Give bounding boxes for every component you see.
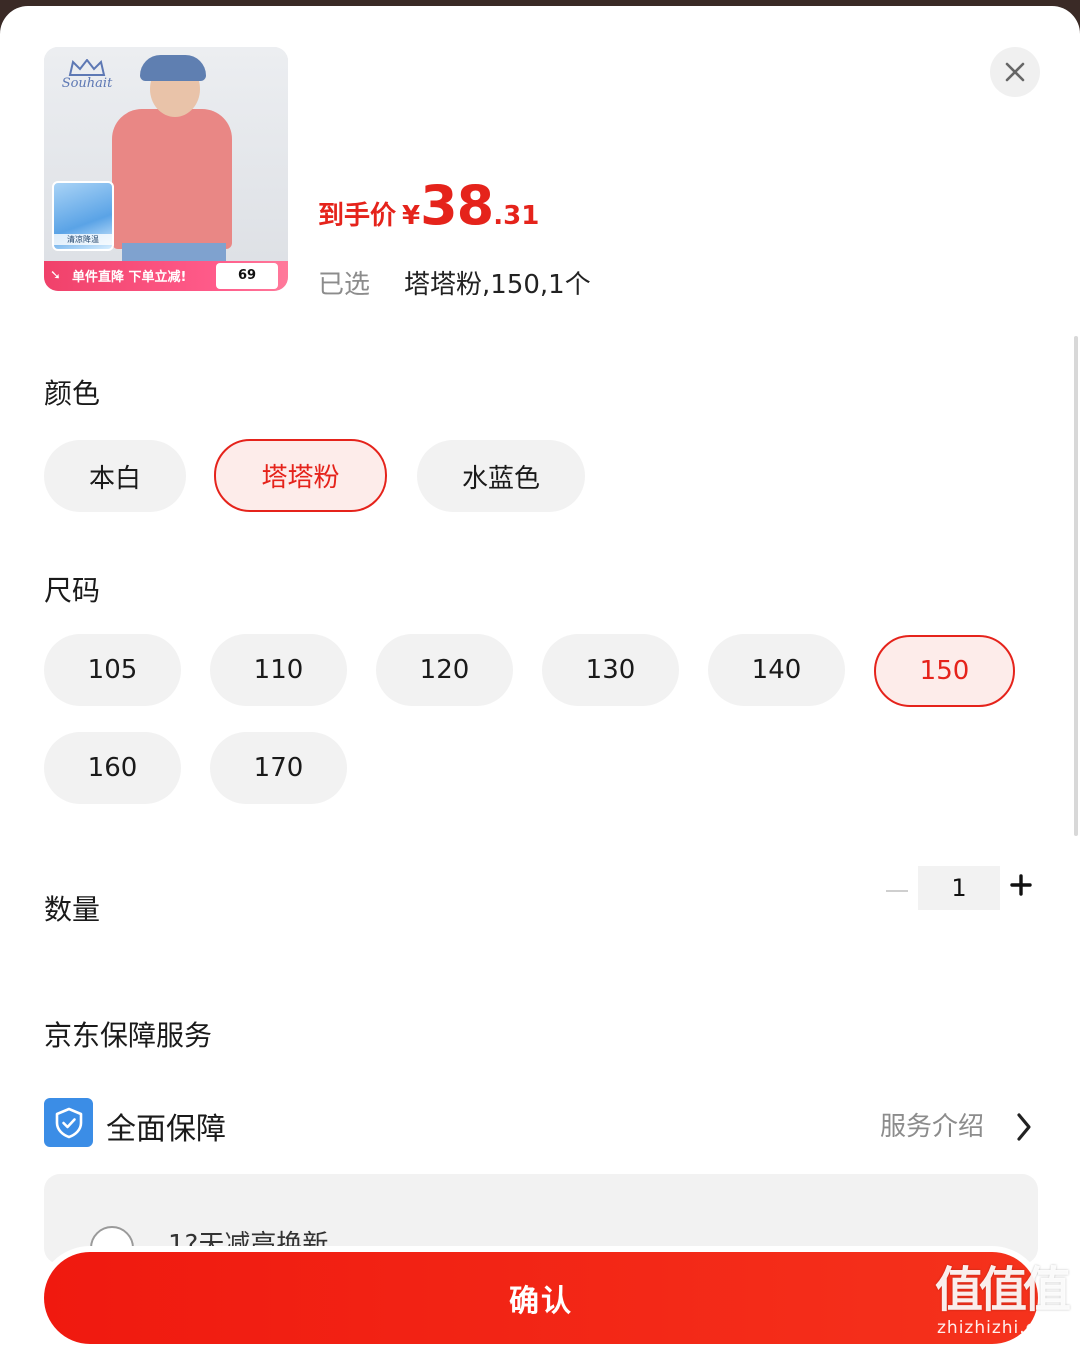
watermark: 值值值 zhizhizhi.com <box>934 1262 1071 1338</box>
guarantee-section-title: 京东保障服务 <box>44 1019 213 1052</box>
size-option-130[interactable]: 130 <box>542 634 679 706</box>
selected-summary: 已选 塔塔粉,150,1个 <box>318 270 591 300</box>
cooling-badge: 清凉降温 <box>52 181 114 251</box>
promo-price: 69 <box>216 263 278 289</box>
size-option-105[interactable]: 105 <box>44 634 181 706</box>
quantity-decrease-button[interactable] <box>884 880 910 902</box>
brand-logo: Souhait <box>52 59 122 91</box>
size-option-120[interactable]: 120 <box>376 634 513 706</box>
confirm-button[interactable]: 确认 <box>44 1252 1038 1344</box>
size-option-150[interactable]: 150 <box>874 635 1015 707</box>
color-option-pink[interactable]: 塔塔粉 <box>214 439 387 512</box>
quantity-input[interactable]: 1 <box>918 866 1000 910</box>
scrollbar[interactable] <box>1074 336 1078 836</box>
size-option-140[interactable]: 140 <box>708 634 845 706</box>
guarantee-option-card[interactable]: 1?天减高换新 <box>44 1174 1038 1264</box>
final-price: 到手价 ¥38.31 <box>318 174 540 237</box>
product-thumbnail[interactable]: Souhait 清凉降温 ➘ 单件直降 下单立减! 69 <box>44 47 288 291</box>
quantity-section-title: 数量 <box>44 893 101 926</box>
model-cap <box>140 55 206 81</box>
size-option-170[interactable]: 170 <box>210 732 347 804</box>
minus-icon <box>886 890 908 892</box>
plus-icon <box>1010 874 1032 896</box>
shield-check-icon <box>44 1098 93 1147</box>
guarantee-title: 全面保障 <box>106 1112 226 1147</box>
service-intro-link[interactable]: 服务介绍 <box>880 1106 984 1143</box>
promo-ribbon: ➘ 单件直降 下单立减! 69 <box>44 261 288 291</box>
size-option-110[interactable]: 110 <box>210 634 347 706</box>
crown-icon <box>68 59 106 76</box>
close-button[interactable] <box>990 47 1040 97</box>
color-section-title: 颜色 <box>44 377 101 410</box>
size-option-160[interactable]: 160 <box>44 732 181 804</box>
close-icon <box>1005 62 1025 82</box>
quantity-increase-button[interactable] <box>1008 872 1034 898</box>
size-section-title: 尺码 <box>44 574 101 607</box>
arrow-down-icon: ➘ <box>50 268 61 283</box>
color-option-white[interactable]: 本白 <box>44 440 186 512</box>
model-shirt <box>112 109 232 249</box>
chevron-right-icon[interactable] <box>1014 1110 1034 1144</box>
color-option-blue[interactable]: 水蓝色 <box>417 440 585 512</box>
sku-selector-sheet: Souhait 清凉降温 ➘ 单件直降 下单立减! 69 到手价 ¥38.31 已… <box>0 6 1080 1349</box>
